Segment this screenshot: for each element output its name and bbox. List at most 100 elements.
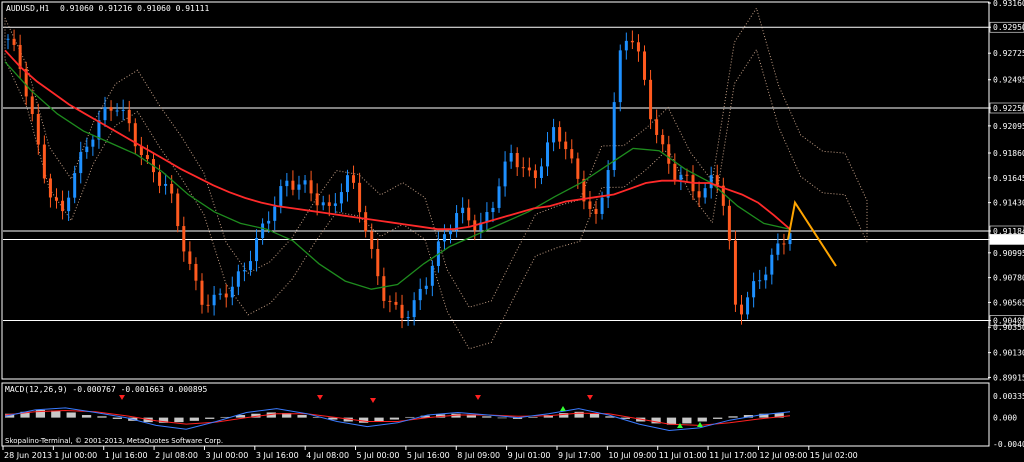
candle-body xyxy=(73,173,77,198)
symbol-title: AUDUSD,H1 xyxy=(6,4,50,13)
candle-body xyxy=(503,161,507,187)
macd-histogram-bar xyxy=(297,415,307,418)
candle-body xyxy=(91,139,95,147)
candle-body xyxy=(158,172,162,186)
candle-body xyxy=(746,297,750,315)
macd-histogram-bar xyxy=(682,417,692,424)
macd-histogram-bar xyxy=(697,417,707,422)
candle-body xyxy=(85,146,89,153)
time-tick-label: 3 Jul 00:00 xyxy=(205,451,248,460)
candle-body xyxy=(309,180,313,194)
macd-histogram-bar xyxy=(189,417,199,421)
candle-body xyxy=(61,200,65,212)
candle-body xyxy=(509,153,513,162)
candle-body xyxy=(636,42,640,52)
candle-body xyxy=(424,285,428,289)
candle-body xyxy=(145,155,149,160)
candle-body xyxy=(206,304,210,306)
macd-histogram-bar xyxy=(174,417,184,423)
candle-body xyxy=(127,109,131,124)
time-tick-label: 15 Jul 02:00 xyxy=(810,451,858,460)
candle-body xyxy=(630,40,634,43)
candle-body xyxy=(673,163,677,180)
candle-body xyxy=(418,288,422,301)
price-tick-label: 0.90780 xyxy=(993,274,1024,283)
time-tick-label: 4 Jul 08:00 xyxy=(306,451,349,460)
candle-body xyxy=(649,79,653,120)
candle-body xyxy=(67,197,71,212)
candle-body xyxy=(546,142,550,167)
candle-body xyxy=(715,175,719,186)
candle-body xyxy=(230,286,234,298)
mt4-chart[interactable]: 0.93160 0.92950 0.92725 0.92495 0.92250 0.920… xyxy=(0,0,1024,462)
candle-body xyxy=(382,276,386,301)
candle-body xyxy=(376,248,380,277)
candle-body xyxy=(588,201,592,209)
macd-title: MACD(12,26,9) -0.000767 -0.001663 0.0008… xyxy=(5,385,207,394)
time-tick-label: 9 Jul 01:00 xyxy=(508,451,551,460)
candle-body xyxy=(618,50,622,103)
candle-body xyxy=(248,261,252,271)
macd-histogram-bar xyxy=(728,416,738,418)
candle-body xyxy=(242,270,246,272)
macd-tick-label: 0.000 xyxy=(993,414,1017,423)
candle-body xyxy=(303,180,307,185)
candle-body xyxy=(643,51,647,80)
candle-body xyxy=(552,127,556,143)
time-tick-label: 11 Jul 17:00 xyxy=(709,451,757,460)
candle-body xyxy=(679,174,683,180)
price-tick-label: 0.92950 xyxy=(993,23,1024,32)
candle-body xyxy=(667,144,671,164)
candle-body xyxy=(176,193,180,227)
candle-body xyxy=(533,170,537,178)
candle-body xyxy=(194,263,198,281)
candle-body xyxy=(497,186,501,208)
candle-body xyxy=(6,38,10,40)
macd-histogram-bar xyxy=(205,417,215,419)
candle-body xyxy=(461,207,465,214)
candle-body xyxy=(36,114,40,145)
candle-body xyxy=(333,203,337,206)
price-tick-label: 0.89915 xyxy=(993,373,1024,382)
price-tick-label: 0.92250 xyxy=(993,104,1024,113)
macd-histogram-bar xyxy=(374,417,384,422)
macd-histogram-bar xyxy=(589,413,600,418)
candle-body xyxy=(273,206,277,221)
price-tick-label: 0.90995 xyxy=(993,249,1024,258)
price-tick-label: 0.92725 xyxy=(993,49,1024,58)
candle-body xyxy=(521,167,525,169)
candle-body xyxy=(685,174,689,176)
candle-body xyxy=(345,175,349,193)
candle-body xyxy=(121,109,125,111)
candle-body xyxy=(770,254,774,275)
candle-body xyxy=(515,153,519,168)
macd-histogram-bar xyxy=(389,417,400,420)
macd-histogram-bar xyxy=(405,416,415,418)
candle-body xyxy=(412,300,416,318)
candle-body xyxy=(758,280,762,282)
macd-histogram-bar xyxy=(51,410,61,418)
candle-body xyxy=(79,152,83,174)
time-tick-label: 8 Jul 09:00 xyxy=(457,451,500,460)
candle-body xyxy=(564,141,568,150)
candle-body xyxy=(279,186,283,207)
macd-histogram-bar xyxy=(66,412,76,418)
candle-body xyxy=(570,149,574,159)
candle-body xyxy=(285,180,289,187)
copyright-text: Skopalino-Terminal, © 2001-2013, MetaQuo… xyxy=(5,437,223,445)
candle-body xyxy=(12,38,16,45)
candle-body xyxy=(594,208,598,214)
candle-body xyxy=(782,243,786,245)
time-tick-label: 12 Jul 09:00 xyxy=(759,451,807,460)
candle-body xyxy=(370,231,374,249)
candle-body xyxy=(103,107,107,121)
candle-body xyxy=(752,281,756,298)
candle-body xyxy=(224,293,228,298)
candle-body xyxy=(291,180,295,190)
candle-body xyxy=(776,243,780,255)
price-tick-label: 0.93160 xyxy=(993,0,1024,8)
macd-histogram-bar xyxy=(81,415,92,418)
candle-body xyxy=(261,223,265,238)
candle-body xyxy=(606,170,610,198)
macd-histogram-bar xyxy=(482,416,492,418)
